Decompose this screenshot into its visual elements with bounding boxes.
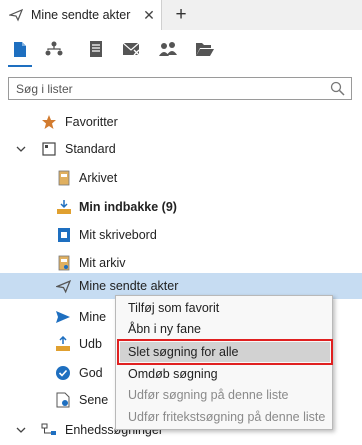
search-input[interactable] [9,78,319,99]
tree-label: Mine [79,310,107,324]
people-icon[interactable] [157,38,179,60]
archive-icon [56,255,72,271]
mail-x-icon[interactable] [120,38,142,60]
star-icon [41,114,57,130]
tree-item-favoritter[interactable]: Favoritter [0,109,362,135]
search-icon[interactable] [330,81,345,96]
check-circle-icon [55,365,71,381]
chevron-down-icon[interactable] [14,423,28,437]
tree-label: Sene [79,393,109,407]
tree-item-min-indbakke[interactable]: Min indbakke (9) [0,194,362,220]
org-chart-icon[interactable] [43,38,65,60]
send-icon [8,7,24,23]
inbox-icon [56,199,72,215]
menu-item-abn-ny-fane[interactable]: Åbn i ny fane [120,319,330,339]
tree-label: Mit arkiv [79,256,126,270]
tree-label: Mit skrivebord [79,228,157,242]
square-icon [41,141,57,157]
context-menu: Tilføj som favorit Åbn i ny fane Slet sø… [115,295,333,430]
tree-label: Standard [65,142,116,156]
chevron-down-icon[interactable] [14,142,28,156]
document-clock-icon [55,392,71,408]
menu-item-udfor-sogning: Udfør søgning på denne liste [128,388,289,402]
active-tab-indicator [8,65,32,67]
send-arrow-icon [55,309,71,325]
add-tab-button[interactable]: + [170,4,192,26]
menu-item-omdob-sogning[interactable]: Omdøb søgning [120,364,330,384]
documents-icon[interactable] [9,38,31,60]
tree-label: God [79,366,103,380]
tree-item-standard[interactable]: Standard [0,136,362,162]
close-tab-icon[interactable]: ✕ [142,7,156,23]
tree-label: Udb [79,337,102,351]
menu-item-udfor-fritekstsogning: Udfør fritekstsøgning på denne liste [128,410,326,424]
tree-item-arkivet[interactable]: Arkivet [0,165,362,191]
tree-label: Favoritter [65,115,118,129]
tree-label: Mine sendte akter [79,279,179,293]
search-box [8,77,352,100]
tree-label: Min indbakke (9) [79,200,177,214]
tree-label: Arkivet [79,171,118,185]
tab-mine-sendte-akter[interactable]: Mine sendte akter ✕ [0,0,162,30]
hierarchy-icon [41,422,57,438]
menu-item-tilfoj-favorit[interactable]: Tilføj som favorit [120,298,330,318]
send-icon [55,278,71,294]
archive-icon [56,170,72,186]
desktop-icon [56,227,72,243]
outbox-icon [55,336,71,352]
tree-item-mit-skrivebord[interactable]: Mit skrivebord [0,222,362,248]
tab-bar: Mine sendte akter ✕ + [0,0,362,30]
toolbar [0,30,362,70]
menu-item-slet-sogning[interactable]: Slet søgning for alle [117,339,333,365]
folder-open-icon[interactable] [194,38,216,60]
register-icon[interactable] [85,38,107,60]
tab-title: Mine sendte akter [31,8,131,22]
